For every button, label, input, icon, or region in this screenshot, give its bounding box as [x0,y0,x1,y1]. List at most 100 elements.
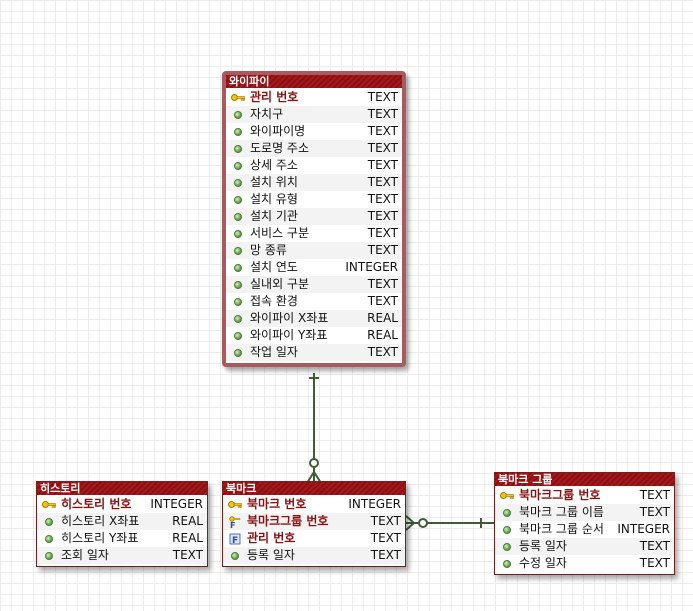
column-list: 북마크 번호 INTEGER F 북마크그룹 번호 TEXT F 관리 번호 TEXT 등록 일… [223,495,405,566]
column-row[interactable]: 실내외 구분 TEXT [226,276,402,293]
column-name: 상세 주소 [250,158,298,172]
column-row[interactable]: 히스토리 Y좌표 REAL [37,530,207,547]
column-row[interactable]: 조회 일자 TEXT [37,547,207,564]
column-row[interactable]: 히스토리 번호 INTEGER [37,496,207,513]
column-row[interactable]: 작업 일자 TEXT [226,344,402,361]
column-dot-icon [499,542,515,551]
column-type: REAL [367,328,398,342]
column-row[interactable]: 망 종류 TEXT [226,242,402,259]
column-type: TEXT [367,124,398,138]
column-dot-icon [230,127,246,136]
column-type: TEXT [367,175,398,189]
column-list: 히스토리 번호 INTEGER 히스토리 X좌표 REAL 히스토리 Y좌표 REAL 조회… [37,495,207,566]
column-row[interactable]: 서비스 구분 TEXT [226,225,402,242]
column-row[interactable]: 수정 일자 TEXT [495,555,674,572]
column-row[interactable]: 북마크 번호 INTEGER [223,496,405,513]
column-name: 설치 위치 [250,175,298,189]
column-name: 등록 일자 [247,548,295,562]
column-type: TEXT [370,514,401,528]
column-row[interactable]: 북마크그룹 번호 TEXT [495,487,674,504]
entity-bookmark[interactable]: 북마크 북마크 번호 INTEGER F 북마크그룹 번호 TEXT F 관리 번호 TEXT… [222,481,406,567]
relation-bookmark-group-bookmark[interactable] [405,515,494,531]
column-name: 도로명 주소 [250,141,310,155]
column-dot-icon [230,297,246,306]
column-type: REAL [172,531,203,545]
column-row[interactable]: 북마크 그룹 이름 TEXT [495,504,674,521]
column-type: INTEGER [617,522,670,536]
column-row[interactable]: 설치 유형 TEXT [226,191,402,208]
column-row[interactable]: 와이파이 Y좌표 REAL [226,327,402,344]
entity-bookmark-group[interactable]: 북마크 그룹 북마크그룹 번호 TEXT 북마크 그룹 이름 TEXT 북마크 그룹 순… [494,472,675,575]
column-row[interactable]: 자치구 TEXT [226,106,402,123]
entity-title[interactable]: 히스토리 [37,482,207,495]
entity-wifi[interactable]: 와이파이 관리 번호 TEXT 자치구 TEXT 와이파이명 TEXT 도로명 주소 TEXT… [222,71,406,367]
column-type: TEXT [639,539,670,553]
column-dot-icon [230,348,246,357]
entity-title[interactable]: 와이파이 [226,75,402,88]
entity-title[interactable]: 북마크 [223,482,405,495]
column-type: INTEGER [345,260,398,274]
column-row[interactable]: 설치 기관 TEXT [226,208,402,225]
column-dot-icon [499,508,515,517]
column-type: REAL [172,514,203,528]
column-name: 북마크그룹 번호 [519,488,601,502]
column-row[interactable]: 도로명 주소 TEXT [226,140,402,157]
column-dot-icon [230,212,246,221]
entity-history[interactable]: 히스토리 히스토리 번호 INTEGER 히스토리 X좌표 REAL 히스토리 Y좌표 R… [36,481,208,567]
column-row[interactable]: 접속 환경 TEXT [226,293,402,310]
column-name: 와이파이 X좌표 [250,311,329,325]
column-dot-icon [230,263,246,272]
column-type: TEXT [367,158,398,172]
column-name: 북마크 그룹 순서 [519,522,604,536]
column-name: 서비스 구분 [250,226,310,240]
column-type: REAL [367,311,398,325]
column-row[interactable]: 상세 주소 TEXT [226,157,402,174]
foreign-key-icon: F [227,533,243,545]
column-row[interactable]: F 북마크그룹 번호 TEXT [223,513,405,530]
primary-foreign-key-icon: F [227,515,243,528]
column-dot-icon [41,534,57,543]
column-dot-icon [230,161,246,170]
er-diagram-canvas[interactable]: 와이파이 관리 번호 TEXT 자치구 TEXT 와이파이명 TEXT 도로명 주소 TEXT… [0,0,693,611]
column-type: TEXT [367,277,398,291]
column-row[interactable]: 북마크 그룹 순서 INTEGER [495,521,674,538]
column-type: TEXT [367,107,398,121]
column-row[interactable]: 설치 위치 TEXT [226,174,402,191]
column-dot-icon [230,314,246,323]
column-name: 북마크 번호 [247,497,307,511]
column-name: 북마크 그룹 이름 [519,505,604,519]
column-row[interactable]: 등록 일자 TEXT [495,538,674,555]
relation-wifi-bookmark[interactable] [306,373,322,484]
column-name: 북마크그룹 번호 [247,514,329,528]
primary-key-icon [41,500,57,509]
column-row[interactable]: 설치 연도 INTEGER [226,259,402,276]
column-type: TEXT [367,226,398,240]
column-name: 와이파이 Y좌표 [250,328,328,342]
column-row[interactable]: 등록 일자 TEXT [223,547,405,564]
svg-text:F: F [232,536,238,545]
entity-title[interactable]: 북마크 그룹 [495,473,674,486]
column-name: 자치구 [250,107,284,121]
column-type: TEXT [370,548,401,562]
column-list: 관리 번호 TEXT 자치구 TEXT 와이파이명 TEXT 도로명 주소 TEXT 상세 주소… [226,88,402,363]
column-dot-icon [499,525,515,534]
column-row[interactable]: 와이파이명 TEXT [226,123,402,140]
column-name: 수정 일자 [519,556,567,570]
column-row[interactable]: 히스토리 X좌표 REAL [37,513,207,530]
column-name: 관리 번호 [250,90,299,104]
column-dot-icon [230,331,246,340]
column-type: TEXT [367,243,398,257]
column-type: TEXT [370,531,401,545]
column-type: TEXT [367,294,398,308]
primary-key-icon [499,491,515,500]
primary-key-icon [230,93,246,102]
column-type: TEXT [367,192,398,206]
column-row[interactable]: F 관리 번호 TEXT [223,530,405,547]
column-type: TEXT [172,548,203,562]
column-type: TEXT [639,505,670,519]
column-dot-icon [230,178,246,187]
column-row[interactable]: 와이파이 X좌표 REAL [226,310,402,327]
column-name: 조회 일자 [61,548,109,562]
column-row[interactable]: 관리 번호 TEXT [226,89,402,106]
column-name: 접속 환경 [250,294,298,308]
